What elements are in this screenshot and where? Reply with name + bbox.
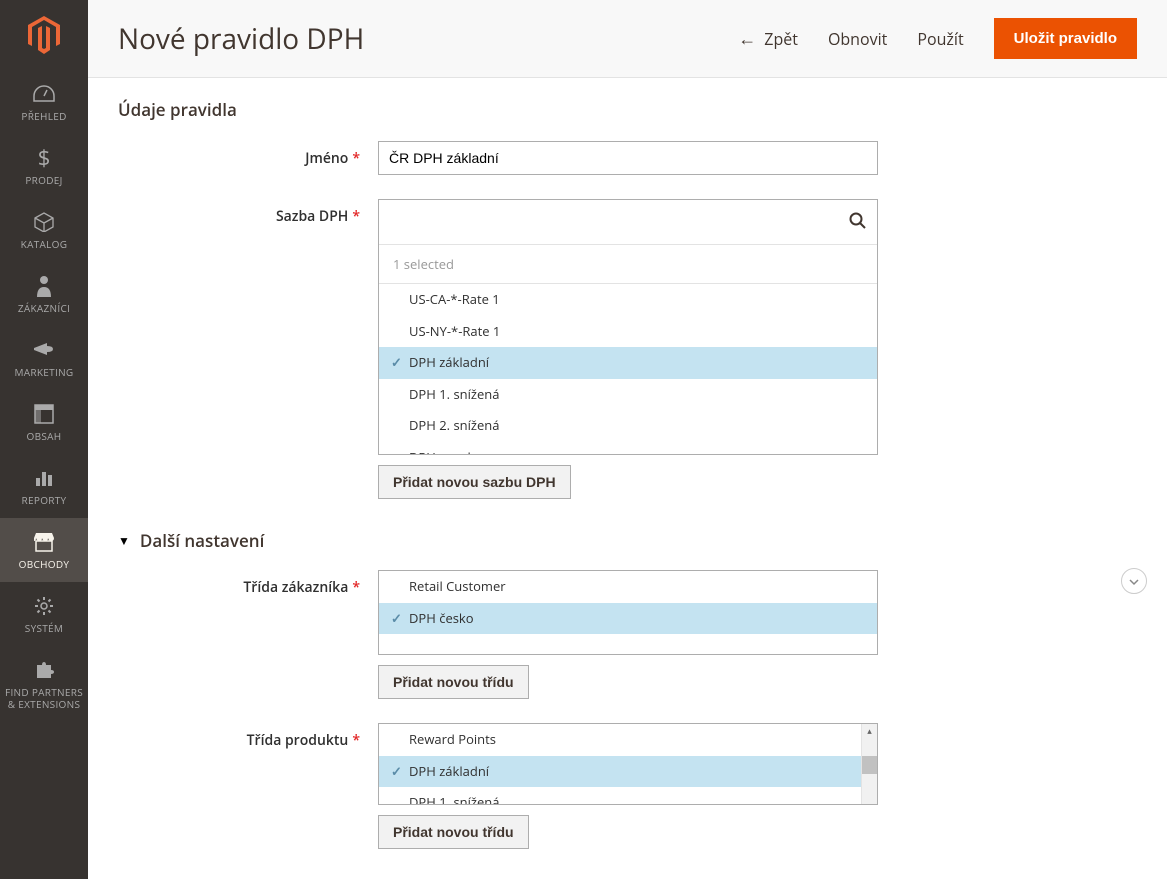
- nav-label: MARKETING: [15, 366, 74, 378]
- product-class-multiselect: Reward Points DPH základní DPH 1. snížen…: [378, 723, 878, 805]
- nav-reports[interactable]: REPORTY: [0, 454, 88, 518]
- nav-label: KATALOG: [21, 238, 68, 250]
- tax-rate-multiselect: 1 selected US-CA-*-Rate 1 US-NY-*-Rate 1…: [378, 199, 878, 455]
- customer-class-option-empty[interactable]: [379, 634, 877, 654]
- back-button[interactable]: ← Zpět: [738, 27, 798, 51]
- product-class-options: Reward Points DPH základní DPH 1. snížen…: [379, 724, 861, 804]
- row-product-class: Třída produktu* Reward Points DPH základ…: [118, 723, 1137, 849]
- nav-stores[interactable]: OBCHODY: [0, 518, 88, 582]
- page-title: Nové pravidlo DPH: [118, 20, 364, 58]
- required-asterisk: *: [352, 578, 360, 597]
- nav-label: SYSTÉM: [25, 622, 63, 634]
- triangle-down-icon: ▼: [118, 532, 130, 549]
- section-rule-info-title: Údaje pravidla: [118, 98, 1137, 121]
- customer-class-options: Retail Customer DPH česko: [379, 571, 877, 654]
- tax-rate-search-input[interactable]: [387, 204, 849, 240]
- product-class-option[interactable]: Reward Points: [379, 724, 861, 756]
- additional-settings-toggle[interactable]: ▼ Další nastavení: [118, 529, 1137, 552]
- nav-label: OBSAH: [27, 430, 62, 442]
- back-label: Zpět: [764, 28, 798, 50]
- label-name: Jméno*: [118, 141, 378, 168]
- tax-rate-option[interactable]: US-NY-*-Rate 1: [379, 316, 877, 348]
- nav-marketing[interactable]: MARKETING: [0, 326, 88, 390]
- nav-content[interactable]: OBSAH: [0, 390, 88, 454]
- row-tax-rate: Sazba DPH* 1 selected US-CA-*-Rate 1 US-…: [118, 199, 1137, 499]
- megaphone-icon: [33, 338, 55, 362]
- tax-rate-search: [379, 200, 877, 245]
- header-actions: ← Zpět Obnovit Použít Uložit pravidlo: [738, 18, 1137, 59]
- nav-label: PŘEHLED: [21, 110, 66, 122]
- name-input[interactable]: [378, 141, 878, 175]
- nav-label: REPORTY: [22, 494, 67, 506]
- customer-class-multiselect: Retail Customer DPH česko: [378, 570, 878, 655]
- add-customer-class-button[interactable]: Přidat novou třídu: [378, 665, 529, 699]
- scrollbar[interactable]: ▴: [861, 724, 877, 804]
- person-icon: [36, 274, 52, 298]
- form-content: Údaje pravidla Jméno* Sazba DPH*: [88, 78, 1167, 879]
- nav-system[interactable]: SYSTÉM: [0, 582, 88, 646]
- nav-label: ZÁKAZNÍCI: [18, 302, 70, 314]
- add-tax-rate-button[interactable]: Přidat novou sazbu DPH: [378, 465, 571, 499]
- apply-button[interactable]: Použít: [917, 28, 963, 50]
- tax-rate-options: US-CA-*-Rate 1 US-NY-*-Rate 1 DPH základ…: [379, 284, 877, 454]
- label-customer-class: Třída zákazníka*: [118, 570, 378, 597]
- dollar-icon: $: [38, 146, 51, 170]
- main-content: Nové pravidlo DPH ← Zpět Obnovit Použít …: [88, 0, 1167, 879]
- arrow-left-icon: ←: [738, 27, 756, 51]
- layout-icon: [34, 402, 54, 426]
- nav-label: OBCHODY: [19, 558, 70, 570]
- customer-class-option[interactable]: DPH česko: [379, 603, 877, 635]
- nav-partners[interactable]: FIND PARTNERS & EXTENSIONS: [0, 646, 88, 722]
- scrollbar-thumb[interactable]: [862, 756, 877, 774]
- nav-catalog[interactable]: KATALOG: [0, 198, 88, 262]
- admin-sidebar: PŘEHLED $ PRODEJ KATALOG ZÁKAZNÍCI MARKE…: [0, 0, 88, 879]
- nav-sales[interactable]: $ PRODEJ: [0, 134, 88, 198]
- puzzle-icon: [34, 658, 54, 682]
- dashboard-icon: [33, 82, 55, 106]
- page-header: Nové pravidlo DPH ← Zpět Obnovit Použít …: [88, 0, 1167, 78]
- label-product-class: Třída produktu*: [118, 723, 378, 750]
- add-product-class-button[interactable]: Přidat novou třídu: [378, 815, 529, 849]
- search-icon[interactable]: [849, 212, 869, 232]
- product-class-option[interactable]: DPH 1. snížená: [379, 787, 861, 804]
- reset-button[interactable]: Obnovit: [828, 28, 887, 50]
- row-name: Jméno*: [118, 141, 1137, 175]
- row-customer-class: Třída zákazníka* Retail Customer DPH čes…: [118, 570, 1137, 699]
- save-button[interactable]: Uložit pravidlo: [994, 18, 1137, 59]
- tax-rate-option[interactable]: DPH 1. snížená: [379, 379, 877, 411]
- required-asterisk: *: [352, 149, 360, 168]
- required-asterisk: *: [352, 207, 360, 226]
- nav-label: PRODEJ: [25, 174, 62, 186]
- store-icon: [33, 530, 55, 554]
- required-asterisk: *: [352, 731, 360, 750]
- tax-rate-option[interactable]: DPH osvobozeno: [379, 442, 877, 455]
- product-class-option[interactable]: DPH základní: [379, 756, 861, 788]
- gear-icon: [34, 594, 54, 618]
- box-icon: [33, 210, 55, 234]
- nav-label: FIND PARTNERS & EXTENSIONS: [4, 686, 84, 710]
- scroll-to-top-button[interactable]: [1121, 568, 1147, 594]
- label-tax-rate: Sazba DPH*: [118, 199, 378, 226]
- tax-rate-option[interactable]: DPH 2. snížená: [379, 410, 877, 442]
- bars-icon: [34, 466, 54, 490]
- tax-rate-selected-count: 1 selected: [379, 245, 877, 284]
- magento-logo[interactable]: [0, 0, 88, 70]
- tax-rate-option[interactable]: DPH základní: [379, 347, 877, 379]
- section-additional-title: Další nastavení: [140, 529, 264, 552]
- nav-dashboard[interactable]: PŘEHLED: [0, 70, 88, 134]
- tax-rate-option[interactable]: US-CA-*-Rate 1: [379, 284, 877, 316]
- customer-class-option[interactable]: Retail Customer: [379, 571, 877, 603]
- nav-customers[interactable]: ZÁKAZNÍCI: [0, 262, 88, 326]
